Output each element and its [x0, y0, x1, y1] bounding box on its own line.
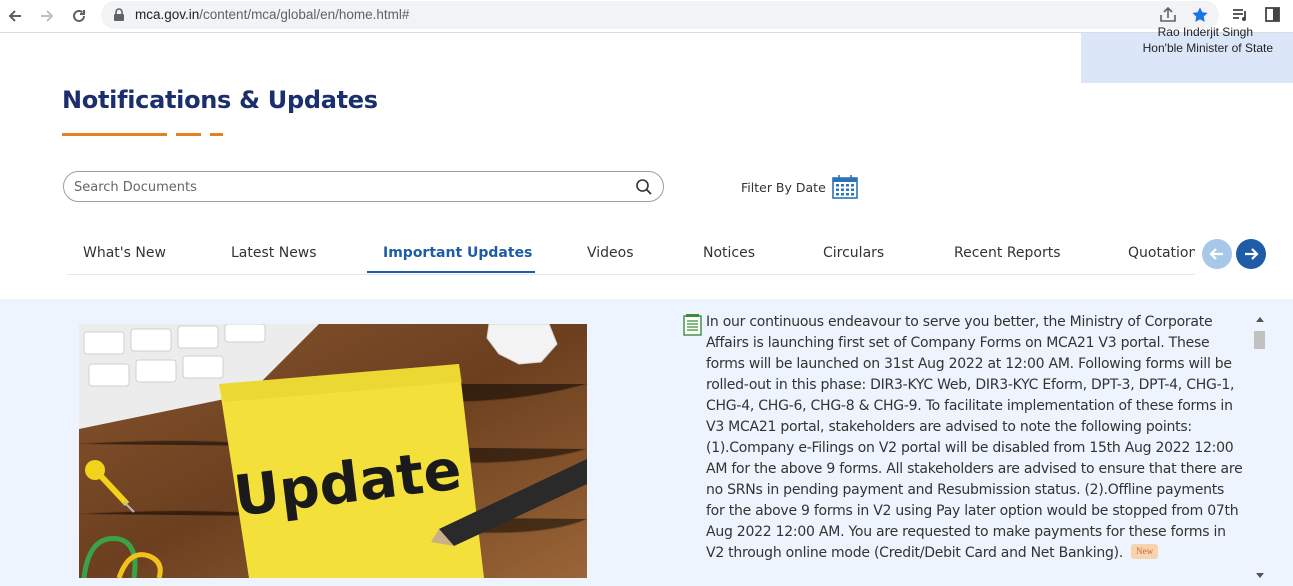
- tab-videos[interactable]: Videos: [587, 245, 634, 261]
- minister-role: Hon'ble Minister of State: [1142, 41, 1273, 55]
- media-queue-icon[interactable]: [1232, 7, 1248, 23]
- calendar-icon[interactable]: [832, 175, 858, 199]
- new-badge: New: [1131, 544, 1159, 559]
- scroll-up-arrow-icon[interactable]: [1256, 317, 1264, 322]
- browser-toolbar: mca.gov.in/content/mca/global/en/home.ht…: [0, 0, 1293, 33]
- search-icon[interactable]: [635, 178, 653, 196]
- title-underline-dot: [210, 133, 223, 136]
- minister-card: Rao Inderjit Singh Hon'ble Minister of S…: [1081, 25, 1293, 83]
- title-underline: [62, 133, 167, 136]
- notice-item[interactable]: In our continuous endeavour to serve you…: [706, 312, 1244, 564]
- reload-icon[interactable]: [67, 4, 91, 28]
- tab-whats-new[interactable]: What's New: [83, 245, 166, 261]
- active-tab-indicator: [367, 271, 535, 273]
- search-input[interactable]: [74, 177, 624, 197]
- tab-notices[interactable]: Notices: [703, 245, 755, 261]
- section-title: Notifications & Updates: [62, 86, 378, 114]
- url-host: mca.gov.in: [135, 7, 200, 22]
- share-icon[interactable]: [1159, 7, 1177, 23]
- update-image: Update: [79, 324, 587, 578]
- back-arrow-icon[interactable]: [3, 4, 27, 28]
- lock-icon: [114, 8, 124, 21]
- forward-arrow-icon[interactable]: [35, 4, 59, 28]
- tabs-prev-button[interactable]: [1202, 239, 1232, 269]
- scroll-down-arrow-icon[interactable]: [1256, 573, 1264, 578]
- minister-name: Rao Inderjit Singh: [1157, 25, 1253, 39]
- tab-quotations[interactable]: Quotations: [1128, 245, 1195, 261]
- tab-latest-news[interactable]: Latest News: [231, 245, 317, 261]
- notice-scrollbar[interactable]: [1252, 314, 1267, 586]
- tab-bar: What's New Latest News Important Updates…: [67, 231, 1195, 275]
- title-underline-dash: [176, 133, 201, 136]
- document-icon: [683, 314, 702, 336]
- tab-important-updates[interactable]: Important Updates: [383, 245, 532, 261]
- bookmark-star-icon[interactable]: [1191, 6, 1209, 24]
- tab-recent-reports[interactable]: Recent Reports: [954, 245, 1061, 261]
- address-bar[interactable]: mca.gov.in/content/mca/global/en/home.ht…: [101, 1, 1219, 29]
- tabs-next-button[interactable]: [1236, 239, 1266, 269]
- notice-text: In our continuous endeavour to serve you…: [706, 314, 1243, 561]
- scroll-thumb[interactable]: [1254, 331, 1265, 349]
- tab-circulars[interactable]: Circulars: [823, 245, 884, 261]
- url-text: mca.gov.in/content/mca/global/en/home.ht…: [135, 7, 409, 22]
- search-box: [63, 171, 664, 202]
- arrow-right-icon: [1245, 248, 1259, 260]
- url-path: /content/mca/global/en/home.html#: [199, 7, 410, 22]
- filter-by-date-label: Filter By Date: [741, 180, 826, 195]
- arrow-left-icon: [1209, 248, 1223, 260]
- side-panel-icon[interactable]: [1265, 7, 1280, 22]
